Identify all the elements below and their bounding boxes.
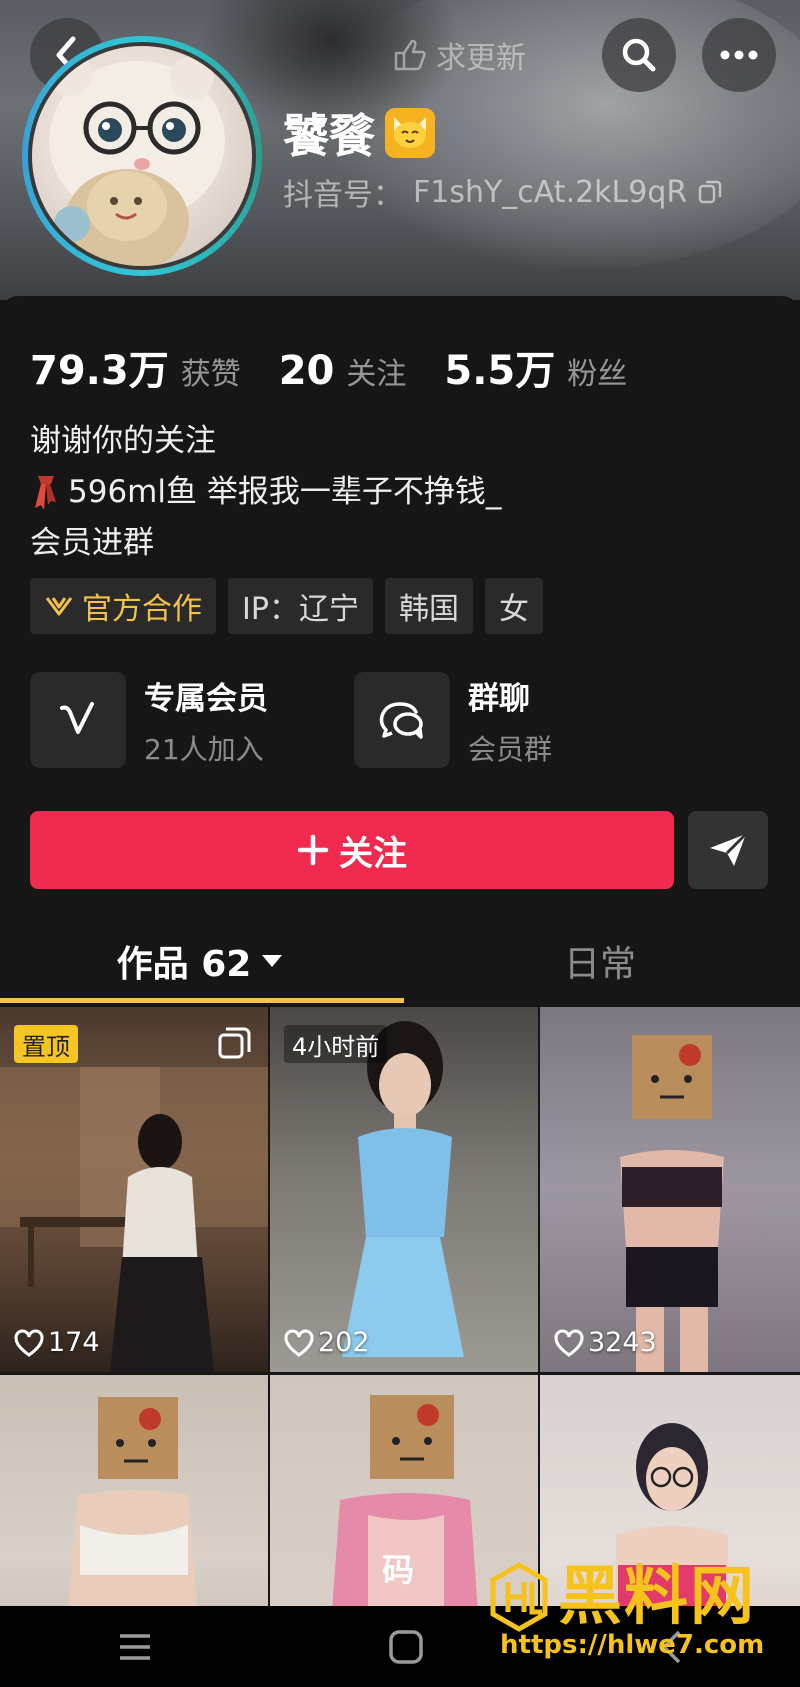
group-chat-icon — [354, 672, 450, 768]
active-tab-indicator — [0, 998, 404, 1003]
heart-icon — [284, 1329, 314, 1357]
bio: 谢谢你的关注 596ml鱼 举报我一辈子不挣钱_ 会员进群 — [30, 416, 501, 569]
follow-button[interactable]: 关注 — [30, 811, 674, 889]
nickname-text: 饕餮 — [283, 109, 375, 163]
country-tag: 韩国 — [384, 578, 473, 634]
video-thumbnail[interactable]: 4小时前 202 — [270, 1007, 538, 1372]
video-thumbnail[interactable]: 置顶 174 — [0, 1007, 268, 1372]
profile-card: 79.3万 获赞 20 关注 5.5万 粉丝 谢谢你的关注 596ml鱼 举报我… — [0, 296, 800, 1687]
site-watermark: 黑料网 https://hlwe7.com — [488, 1562, 764, 1660]
like-count-value: 174 — [48, 1327, 100, 1358]
profile-tags: 官方合作 IP：辽宁 韩国 女 — [30, 578, 543, 634]
membership-subtitle: 21人加入 — [144, 732, 264, 766]
watermark-url: https://hlwe7.com — [500, 1630, 765, 1660]
content-tabs: 作品 62 日常 — [0, 916, 800, 1006]
vip-v-icon — [30, 672, 126, 768]
profile-stats: 79.3万 获赞 20 关注 5.5万 粉丝 — [30, 338, 653, 396]
pinned-badge: 置顶 — [14, 1025, 78, 1063]
group-chat-entry[interactable]: 群聊 会员群 — [354, 672, 678, 768]
action-row: 关注 — [30, 811, 768, 889]
share-icon — [710, 832, 748, 866]
group-chat-title: 群聊 — [468, 680, 530, 717]
bio-line-1: 谢谢你的关注 — [30, 423, 216, 459]
heart-icon — [554, 1329, 584, 1357]
official-cooperation-label: 官方合作 — [82, 592, 202, 627]
paper-bag-photo-illustration — [620, 1035, 724, 1372]
search-icon — [622, 38, 656, 72]
mosaic-overlay-text: 码 — [382, 1551, 415, 1589]
likes-label[interactable]: 获赞 — [181, 349, 241, 393]
exclusive-membership-entry[interactable]: 专属会员 21人加入 — [30, 672, 354, 768]
plus-icon — [297, 834, 329, 866]
avatar-image — [28, 42, 256, 270]
official-badge-icon — [45, 597, 73, 616]
search-button[interactable] — [602, 18, 676, 92]
watermark-title: 黑料网 — [558, 1560, 756, 1634]
followers-count[interactable]: 5.5万 — [444, 338, 555, 396]
profile-features: 专属会员 21人加入 群聊 会员群 — [30, 672, 678, 768]
likes-count[interactable]: 79.3万 — [30, 338, 169, 396]
like-count: 174 — [14, 1327, 100, 1358]
recent-apps-icon[interactable] — [117, 1632, 153, 1662]
bio-line-3: 会员进群 — [30, 525, 154, 561]
membership-title: 专属会员 — [144, 680, 268, 717]
share-button[interactable] — [688, 811, 768, 889]
bio-line-2: 596ml鱼 举报我一辈子不挣钱_ — [30, 467, 501, 518]
ip-location-tag: IP：辽宁 — [228, 578, 373, 634]
followers-label[interactable]: 粉丝 — [567, 349, 627, 393]
cat-avatar-illustration — [48, 52, 225, 266]
multi-image-icon — [218, 1027, 251, 1059]
like-count-value: 3243 — [588, 1327, 657, 1358]
heart-icon — [14, 1329, 44, 1357]
cat-face-emoji-icon — [385, 108, 435, 158]
official-cooperation-tag[interactable]: 官方合作 — [30, 578, 216, 634]
bio-line-2-text: 596ml鱼 举报我一辈子不挣钱_ — [68, 474, 502, 510]
watermark-logo-icon — [490, 1562, 548, 1632]
following-count[interactable]: 20 — [279, 348, 335, 394]
more-button[interactable] — [702, 18, 776, 92]
douyin-id[interactable]: 抖音号： F1shY_cAt.2kL9qR — [283, 170, 723, 214]
tab-works-label: 作品 62 — [116, 944, 252, 985]
douyin-id-value: F1shY_cAt.2kL9qR — [413, 174, 688, 210]
profile-header: 求更新 饕餮 抖音号： F1shY_cAt.2kL9qR — [0, 0, 800, 300]
avatar[interactable] — [22, 36, 262, 276]
tab-daily[interactable]: 日常 — [400, 916, 800, 1006]
like-count: 3243 — [554, 1327, 657, 1358]
nickname: 饕餮 — [283, 100, 435, 166]
caret-down-icon[interactable] — [261, 954, 283, 968]
douyin-id-label: 抖音号： — [283, 178, 403, 213]
request-update-button[interactable]: 求更新 — [392, 28, 526, 82]
following-label[interactable]: 关注 — [346, 349, 406, 393]
request-update-label: 求更新 — [436, 41, 526, 76]
watermark-main: 黑料网 — [488, 1562, 756, 1632]
time-badge: 4小时前 — [284, 1025, 388, 1063]
follow-label: 关注 — [339, 833, 407, 874]
like-count-value: 202 — [318, 1327, 370, 1358]
thumb-icon — [394, 39, 426, 71]
like-count: 202 — [284, 1327, 370, 1358]
home-icon[interactable] — [388, 1629, 424, 1665]
group-chat-subtitle: 会员群 — [468, 732, 553, 766]
copy-icon[interactable] — [697, 179, 723, 205]
video-thumbnail[interactable]: 3243 — [540, 1007, 800, 1372]
gender-tag: 女 — [484, 578, 543, 634]
more-icon — [720, 50, 758, 60]
tab-works[interactable]: 作品 62 — [0, 916, 400, 1006]
red-scarf-emoji-icon — [35, 475, 56, 510]
